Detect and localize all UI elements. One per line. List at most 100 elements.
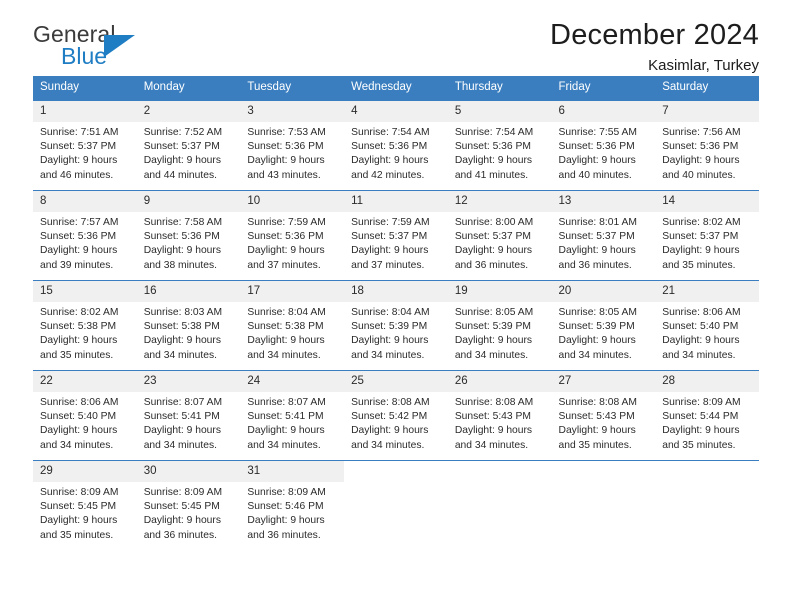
day-cell[interactable]: 9 Sunrise: 7:58 AM Sunset: 5:36 PM Dayli… xyxy=(136,190,241,281)
day-details: Sunrise: 7:54 AM Sunset: 5:36 PM Dayligh… xyxy=(344,122,448,183)
sunrise-text: Sunrise: 7:59 AM xyxy=(247,217,326,228)
day-details: Sunrise: 7:51 AM Sunset: 5:37 PM Dayligh… xyxy=(33,122,137,183)
day-details: Sunrise: 8:09 AM Sunset: 5:45 PM Dayligh… xyxy=(33,482,137,543)
sunset-text: Sunset: 5:37 PM xyxy=(558,231,635,243)
daylight-text-line2: and 34 minutes. xyxy=(351,349,425,361)
day-details: Sunrise: 8:08 AM Sunset: 5:42 PM Dayligh… xyxy=(344,392,448,453)
day-cell[interactable]: 5 Sunrise: 7:54 AM Sunset: 5:36 PM Dayli… xyxy=(447,100,552,191)
sunrise-text: Sunrise: 8:00 AM xyxy=(454,217,534,228)
day-number xyxy=(655,461,759,482)
day-details: Sunrise: 7:59 AM Sunset: 5:36 PM Dayligh… xyxy=(240,212,344,273)
day-cell[interactable]: 19 Sunrise: 8:05 AM Sunset: 5:39 PM Dayl… xyxy=(447,280,552,371)
sunset-text: Sunset: 5:36 PM xyxy=(662,141,739,153)
daylight-text-line2: and 34 minutes. xyxy=(40,439,114,451)
daylight-text-line2: and 35 minutes. xyxy=(662,259,736,271)
day-details: Sunrise: 8:04 AM Sunset: 5:39 PM Dayligh… xyxy=(344,302,448,363)
daylight-text-line2: and 34 minutes. xyxy=(247,439,321,451)
calendar-table: Sunday Monday Tuesday Wednesday Thursday… xyxy=(33,76,759,550)
day-details: Sunrise: 8:09 AM Sunset: 5:45 PM Dayligh… xyxy=(137,482,241,543)
day-cell[interactable]: 2 Sunrise: 7:52 AM Sunset: 5:37 PM Dayli… xyxy=(136,100,241,191)
day-cell[interactable]: 7 Sunrise: 7:56 AM Sunset: 5:36 PM Dayli… xyxy=(655,100,759,191)
sunset-text: Sunset: 5:36 PM xyxy=(143,231,220,243)
day-cell[interactable]: 4 Sunrise: 7:54 AM Sunset: 5:36 PM Dayli… xyxy=(344,100,448,191)
sunrise-text: Sunrise: 8:07 AM xyxy=(143,397,223,408)
day-cell[interactable]: 30 Sunrise: 8:09 AM Sunset: 5:45 PM Dayl… xyxy=(136,460,241,550)
day-cell[interactable]: 24 Sunrise: 8:07 AM Sunset: 5:41 PM Dayl… xyxy=(240,370,345,461)
day-details: Sunrise: 8:05 AM Sunset: 5:39 PM Dayligh… xyxy=(448,302,552,363)
day-cell[interactable]: 23 Sunrise: 8:07 AM Sunset: 5:41 PM Dayl… xyxy=(136,370,241,461)
day-cell[interactable]: 20 Sunrise: 8:05 AM Sunset: 5:39 PM Dayl… xyxy=(551,280,656,371)
day-cell[interactable]: 21 Sunrise: 8:06 AM Sunset: 5:40 PM Dayl… xyxy=(655,280,759,371)
day-cell[interactable]: 13 Sunrise: 8:01 AM Sunset: 5:37 PM Dayl… xyxy=(551,190,656,281)
day-number: 22 xyxy=(33,371,137,392)
day-cell[interactable]: 14 Sunrise: 8:02 AM Sunset: 5:37 PM Dayl… xyxy=(655,190,759,281)
day-cell[interactable]: 28 Sunrise: 8:09 AM Sunset: 5:44 PM Dayl… xyxy=(655,370,759,461)
sunrise-text: Sunrise: 8:04 AM xyxy=(351,307,430,318)
day-cell[interactable]: 25 Sunrise: 8:08 AM Sunset: 5:42 PM Dayl… xyxy=(344,370,448,461)
day-cell[interactable]: 3 Sunrise: 7:53 AM Sunset: 5:36 PM Dayli… xyxy=(240,100,345,191)
weekday-header-tuesday: Tuesday xyxy=(240,76,345,101)
sunrise-text: Sunrise: 8:08 AM xyxy=(454,397,534,408)
day-cell[interactable]: 15 Sunrise: 8:02 AM Sunset: 5:38 PM Dayl… xyxy=(33,280,137,371)
day-cell[interactable]: 31 Sunrise: 8:09 AM Sunset: 5:46 PM Dayl… xyxy=(240,460,345,550)
sunset-text: Sunset: 5:44 PM xyxy=(662,411,739,423)
day-number: 30 xyxy=(136,461,241,482)
sunrise-text: Sunrise: 8:09 AM xyxy=(247,487,326,498)
daylight-text-line1: Daylight: 9 hours xyxy=(558,335,636,347)
day-cell[interactable]: 8 Sunrise: 7:57 AM Sunset: 5:36 PM Dayli… xyxy=(33,190,137,281)
day-number: 9 xyxy=(136,191,241,212)
sunset-text: Sunset: 5:37 PM xyxy=(662,231,739,243)
daylight-text-line2: and 34 minutes. xyxy=(558,349,632,361)
day-details: Sunrise: 8:08 AM Sunset: 5:43 PM Dayligh… xyxy=(448,392,552,453)
daylight-text-line1: Daylight: 9 hours xyxy=(143,245,221,257)
day-cell[interactable]: 27 Sunrise: 8:08 AM Sunset: 5:43 PM Dayl… xyxy=(551,370,656,461)
day-details: Sunrise: 8:02 AM Sunset: 5:38 PM Dayligh… xyxy=(33,302,137,363)
sunrise-text: Sunrise: 8:05 AM xyxy=(454,307,534,318)
day-cell[interactable]: 26 Sunrise: 8:08 AM Sunset: 5:43 PM Dayl… xyxy=(447,370,552,461)
day-cell[interactable]: 1 Sunrise: 7:51 AM Sunset: 5:37 PM Dayli… xyxy=(33,100,137,191)
daylight-text-line2: and 41 minutes. xyxy=(454,169,529,181)
day-number: 10 xyxy=(240,191,345,212)
day-cell[interactable]: 29 Sunrise: 8:09 AM Sunset: 5:45 PM Dayl… xyxy=(33,460,137,550)
daylight-text-line1: Daylight: 9 hours xyxy=(558,245,636,257)
daylight-text-line2: and 39 minutes. xyxy=(40,259,114,271)
daylight-text-line1: Daylight: 9 hours xyxy=(40,245,118,257)
daylight-text-line2: and 35 minutes. xyxy=(40,349,114,361)
sunset-text: Sunset: 5:36 PM xyxy=(558,141,635,153)
sunset-text: Sunset: 5:36 PM xyxy=(454,141,531,153)
daylight-text-line1: Daylight: 9 hours xyxy=(247,425,325,437)
day-details: Sunrise: 8:07 AM Sunset: 5:41 PM Dayligh… xyxy=(240,392,344,453)
daylight-text-line1: Daylight: 9 hours xyxy=(40,155,118,167)
day-details: Sunrise: 8:09 AM Sunset: 5:44 PM Dayligh… xyxy=(655,392,759,453)
day-cell-empty xyxy=(344,460,448,550)
daylight-text-line1: Daylight: 9 hours xyxy=(662,245,740,257)
daylight-text-line2: and 36 minutes. xyxy=(143,529,217,541)
day-cell[interactable]: 11 Sunrise: 7:59 AM Sunset: 5:37 PM Dayl… xyxy=(344,190,448,281)
sunrise-text: Sunrise: 7:52 AM xyxy=(143,127,223,138)
daylight-text-line1: Daylight: 9 hours xyxy=(662,155,740,167)
sunrise-text: Sunrise: 8:02 AM xyxy=(662,217,741,228)
day-number: 6 xyxy=(551,101,656,122)
daylight-text-line1: Daylight: 9 hours xyxy=(40,425,118,437)
day-cell[interactable]: 16 Sunrise: 8:03 AM Sunset: 5:38 PM Dayl… xyxy=(136,280,241,371)
day-details: Sunrise: 7:59 AM Sunset: 5:37 PM Dayligh… xyxy=(344,212,448,273)
daylight-text-line1: Daylight: 9 hours xyxy=(40,335,118,347)
daylight-text-line2: and 34 minutes. xyxy=(454,349,529,361)
day-details: Sunrise: 7:53 AM Sunset: 5:36 PM Dayligh… xyxy=(240,122,344,183)
day-cell[interactable]: 6 Sunrise: 7:55 AM Sunset: 5:36 PM Dayli… xyxy=(551,100,656,191)
day-number: 13 xyxy=(551,191,656,212)
sunrise-text: Sunrise: 7:57 AM xyxy=(40,217,119,228)
day-cell[interactable]: 22 Sunrise: 8:06 AM Sunset: 5:40 PM Dayl… xyxy=(33,370,137,461)
day-details: Sunrise: 8:08 AM Sunset: 5:43 PM Dayligh… xyxy=(552,392,656,453)
day-cell[interactable]: 10 Sunrise: 7:59 AM Sunset: 5:36 PM Dayl… xyxy=(240,190,345,281)
day-cell[interactable]: 12 Sunrise: 8:00 AM Sunset: 5:37 PM Dayl… xyxy=(447,190,552,281)
day-cell[interactable]: 17 Sunrise: 8:04 AM Sunset: 5:38 PM Dayl… xyxy=(240,280,345,371)
sunrise-text: Sunrise: 7:53 AM xyxy=(247,127,326,138)
day-cell-empty xyxy=(655,460,759,550)
sunset-text: Sunset: 5:40 PM xyxy=(40,411,117,423)
day-cell[interactable]: 18 Sunrise: 8:04 AM Sunset: 5:39 PM Dayl… xyxy=(344,280,448,371)
daylight-text-line2: and 34 minutes. xyxy=(662,349,736,361)
weekday-header-monday: Monday xyxy=(136,76,241,101)
daylight-text-line2: and 34 minutes. xyxy=(143,349,217,361)
daylight-text-line2: and 36 minutes. xyxy=(558,259,632,271)
